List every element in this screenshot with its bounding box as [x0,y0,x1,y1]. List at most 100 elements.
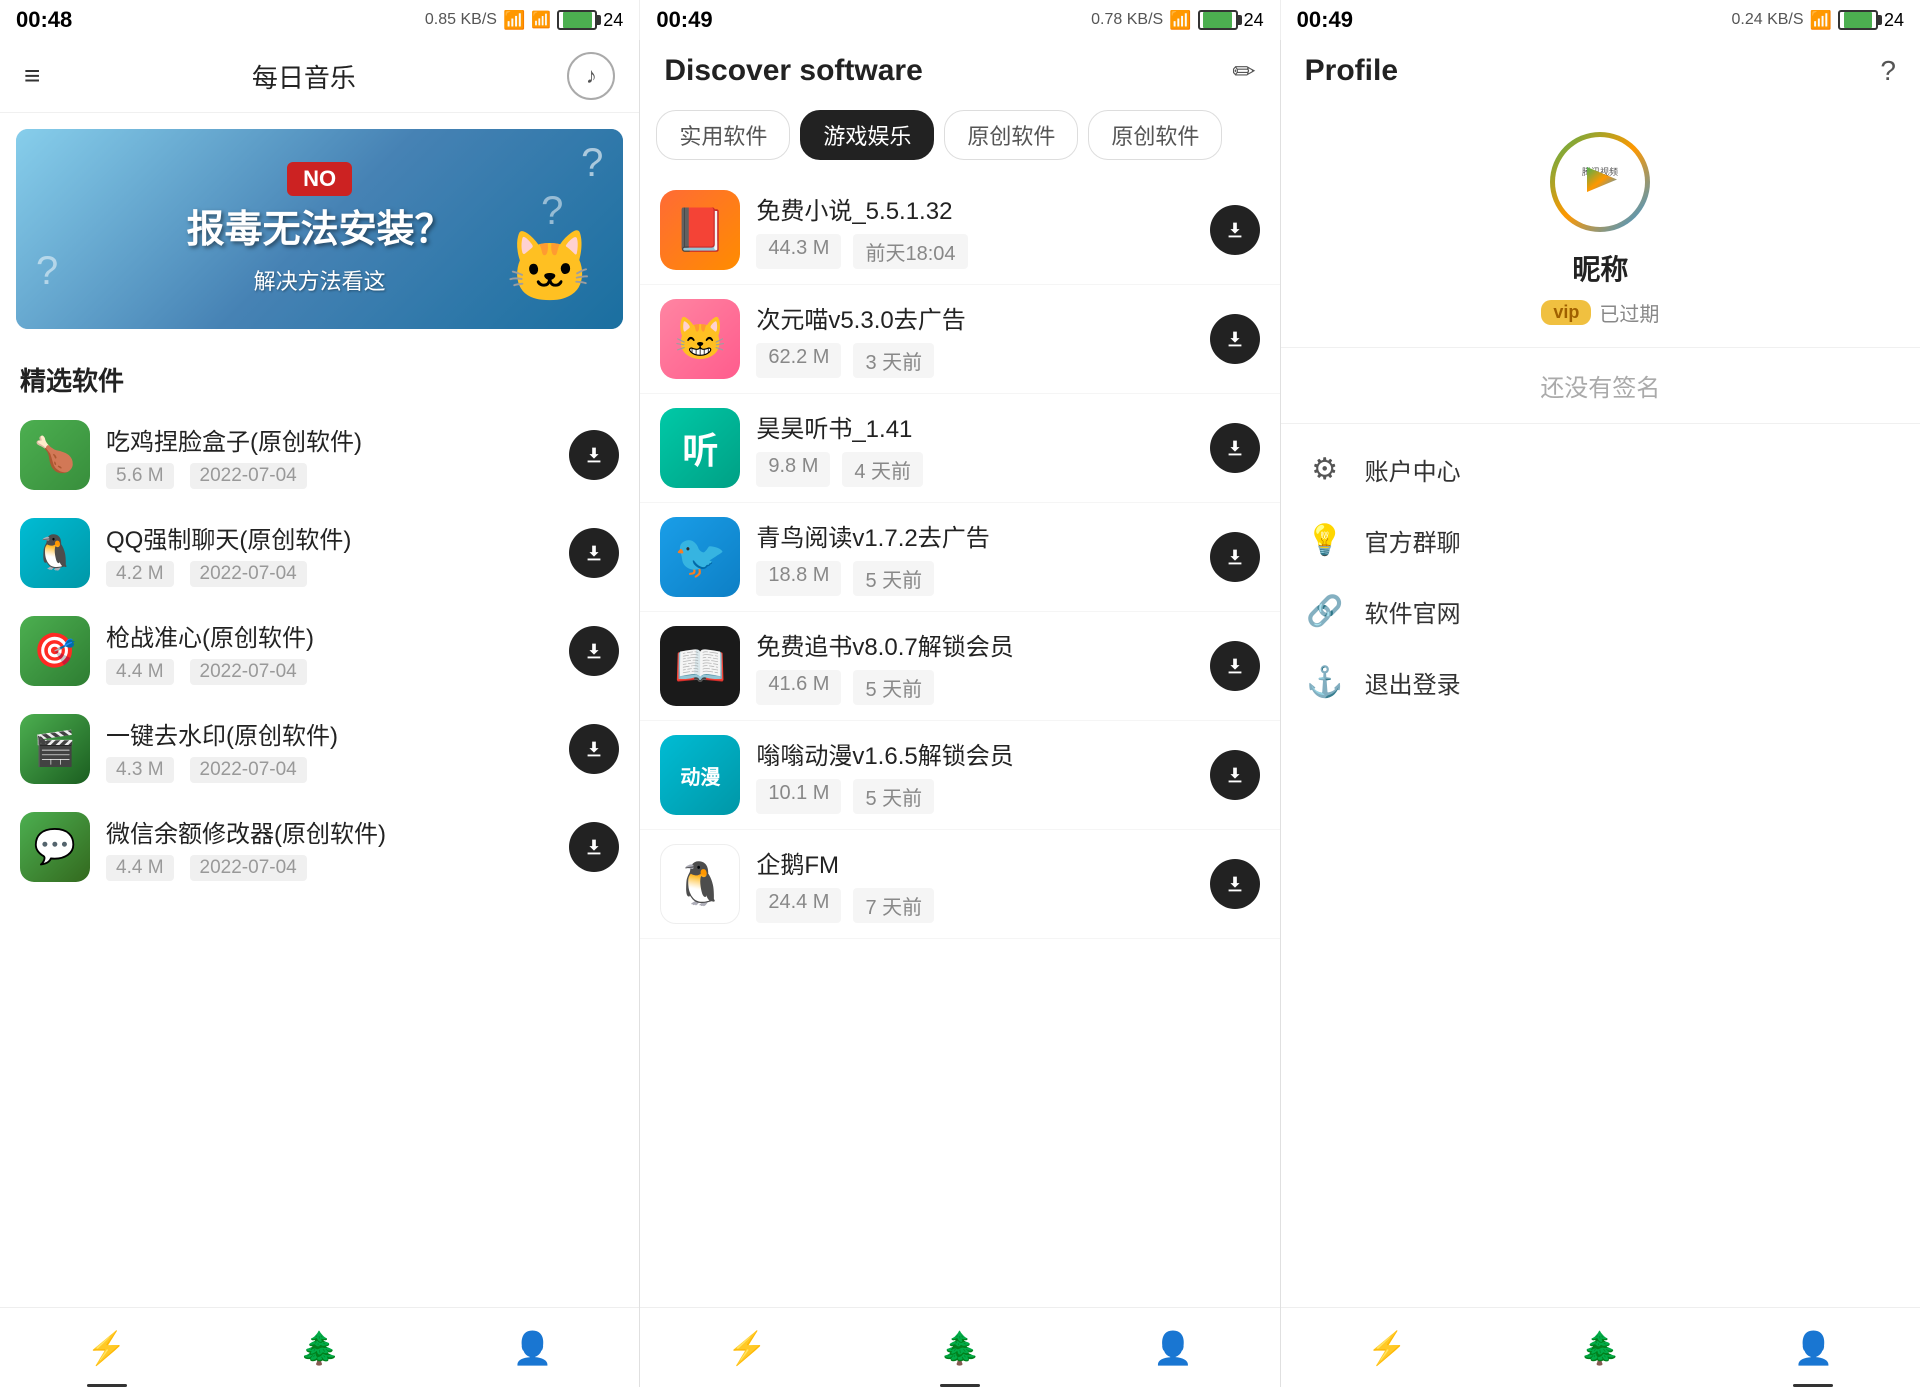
discover-app-name: 青鸟阅读v1.7.2去广告 [756,518,1193,553]
discover-app-date: 3 天前 [853,343,934,378]
discover-app-info: 昊昊听书_1.41 9.8 M 4 天前 [756,409,1193,487]
music-title: 每日音乐 [252,58,356,95]
discover-download-button[interactable] [1210,205,1260,255]
nav-profile-2[interactable]: 👤 [1067,1308,1280,1387]
filter-tab-2[interactable]: 原创软件 [944,110,1078,160]
discover-download-button[interactable] [1210,641,1260,691]
menu-icon[interactable]: ≡ [24,60,40,92]
app-list-item: 🐧 QQ强制聊天(原创软件) 4.2 M 2022-07-04 [0,504,639,602]
filter-tab-3[interactable]: 原创软件 [1088,110,1222,160]
app-info: 枪战准心(原创软件) 4.4 M 2022-07-04 [106,618,553,685]
app-icon: 🎬 [20,714,90,784]
app-info: 微信余额修改器(原创软件) 4.4 M 2022-07-04 [106,814,553,881]
discover-header: Discover software ✏ [640,40,1279,102]
help-icon[interactable]: ? [1880,55,1896,87]
discover-download-button[interactable] [1210,859,1260,909]
app-meta: 4.2 M 2022-07-04 [106,561,553,587]
app-size: 4.4 M [106,659,174,685]
nav-discover-3[interactable]: 🌲 [1494,1308,1707,1387]
download-button[interactable] [569,724,619,774]
nav-discover-2[interactable]: 🌲 [853,1308,1066,1387]
discover-app-date: 5 天前 [853,779,934,814]
profile-content: 腾讯视频 昵称 vip [1281,102,1920,1307]
discover-list-item: 听 昊昊听书_1.41 9.8 M 4 天前 [640,394,1279,503]
nav-home-2[interactable]: ⚡ [640,1308,853,1387]
banner[interactable]: ? ? ? 🐱 NO 报毒无法安装？ 解决方法看这 [16,129,623,329]
discover-app-meta: 9.8 M 4 天前 [756,452,1193,487]
nav-home-3[interactable]: ⚡ [1281,1308,1494,1387]
menu-item-label-3: 退出登录 [1365,665,1461,700]
battery-3 [1838,10,1878,30]
download-button[interactable] [569,626,619,676]
filter-tabs: 实用软件游戏娱乐原创软件原创软件 [640,102,1279,176]
settings-icon: ⚙ [1305,452,1345,487]
signal-icon-1: 📶 [531,10,551,30]
panel-profile: Profile ? 腾讯视频 [1281,40,1920,1387]
logout-icon: ⚓ [1305,665,1345,700]
discover-download-button[interactable] [1210,314,1260,364]
discover-download-button[interactable] [1210,750,1260,800]
profile-menu-item-0[interactable]: ⚙ 账户中心 [1281,434,1920,505]
status-bar-3: 00:49 0.24 KB/S 📶 24 [1281,0,1920,40]
download-button[interactable] [569,822,619,872]
nav-home-1[interactable]: ⚡ [0,1308,213,1387]
app-info: 吃鸡捏脸盒子(原创软件) 5.6 M 2022-07-04 [106,422,553,489]
discover-app-icon: 🐦 [660,517,740,597]
app-date: 2022-07-04 [190,855,307,881]
discover-app-name: 免费追书v8.0.7解锁会员 [756,627,1193,662]
discover-app-icon: 📕 [660,190,740,270]
discover-app-size: 18.8 M [756,561,841,596]
app-date: 2022-07-04 [190,463,307,489]
filter-tab-1[interactable]: 游戏娱乐 [800,110,934,160]
discover-app-date: 前天18:04 [853,234,967,269]
menu-item-label-0: 账户中心 [1365,452,1461,487]
download-button[interactable] [569,528,619,578]
avatar: 腾讯视频 [1550,132,1650,232]
profile-info: 腾讯视频 昵称 vip [1281,102,1920,348]
lightning-icon-3: ⚡ [1367,1329,1407,1367]
discover-app-info: 嗡嗡动漫v1.6.5解锁会员 10.1 M 5 天前 [756,736,1193,814]
discover-app-size: 41.6 M [756,670,841,705]
nav-discover-1[interactable]: 🌲 [213,1308,426,1387]
app-name: 微信余额修改器(原创软件) [106,814,553,849]
discover-app-date: 5 天前 [853,670,934,705]
discover-app-icon: 听 [660,408,740,488]
discover-download-button[interactable] [1210,423,1260,473]
download-button[interactable] [569,430,619,480]
person-icon-1: 👤 [513,1329,553,1367]
tree-icon-1: 🌲 [300,1329,340,1367]
profile-menu-item-1[interactable]: 💡 官方群聊 [1281,505,1920,576]
discover-app-date: 5 天前 [853,561,934,596]
profile-menu-item-2[interactable]: 🔗 软件官网 [1281,576,1920,647]
discover-app-icon: 🐧 [660,844,740,924]
discover-list-item: 🐧 企鹅FM 24.4 M 7 天前 [640,830,1279,939]
bottom-nav-1: ⚡ 🌲 👤 [0,1307,639,1387]
discover-app-icon: 📖 [660,626,740,706]
discover-app-name: 免费小说_5.5.1.32 [756,191,1193,226]
discover-list-item: 动漫 嗡嗡动漫v1.6.5解锁会员 10.1 M 5 天前 [640,721,1279,830]
nav-profile-1[interactable]: 👤 [426,1308,639,1387]
tencent-video-icon: 腾讯视频 [1555,137,1645,227]
music-button[interactable]: ♪ [567,52,615,100]
discover-app-meta: 10.1 M 5 天前 [756,779,1193,814]
discover-app-name: 次元喵v5.3.0去广告 [756,300,1193,335]
discover-app-size: 10.1 M [756,779,841,814]
music-header: ≡ 每日音乐 ♪ [0,40,639,113]
panels: ≡ 每日音乐 ♪ ? ? ? 🐱 NO 报毒无法安装？ 解决方法看这 精 [0,40,1920,1387]
filter-tab-0[interactable]: 实用软件 [656,110,790,160]
discover-download-button[interactable] [1210,532,1260,582]
network-speed-3: 0.24 KB/S [1731,11,1803,29]
app-list-item: 🎬 一键去水印(原创软件) 4.3 M 2022-07-04 [0,700,639,798]
app-info: QQ强制聊天(原创软件) 4.2 M 2022-07-04 [106,520,553,587]
time-2: 00:49 [656,7,712,33]
vip-badge: vip [1541,300,1591,325]
app-icon: 🐧 [20,518,90,588]
app-name: 吃鸡捏脸盒子(原创软件) [106,422,553,457]
nav-profile-3[interactable]: 👤 [1707,1308,1920,1387]
panel-music: ≡ 每日音乐 ♪ ? ? ? 🐱 NO 报毒无法安装？ 解决方法看这 精 [0,40,640,1387]
no-signature: 还没有签名 [1281,348,1920,424]
profile-menu-item-3[interactable]: ⚓ 退出登录 [1281,647,1920,718]
app-size: 4.3 M [106,757,174,783]
edit-icon[interactable]: ✏ [1232,55,1255,88]
app-list-item: 💬 微信余额修改器(原创软件) 4.4 M 2022-07-04 [0,798,639,896]
